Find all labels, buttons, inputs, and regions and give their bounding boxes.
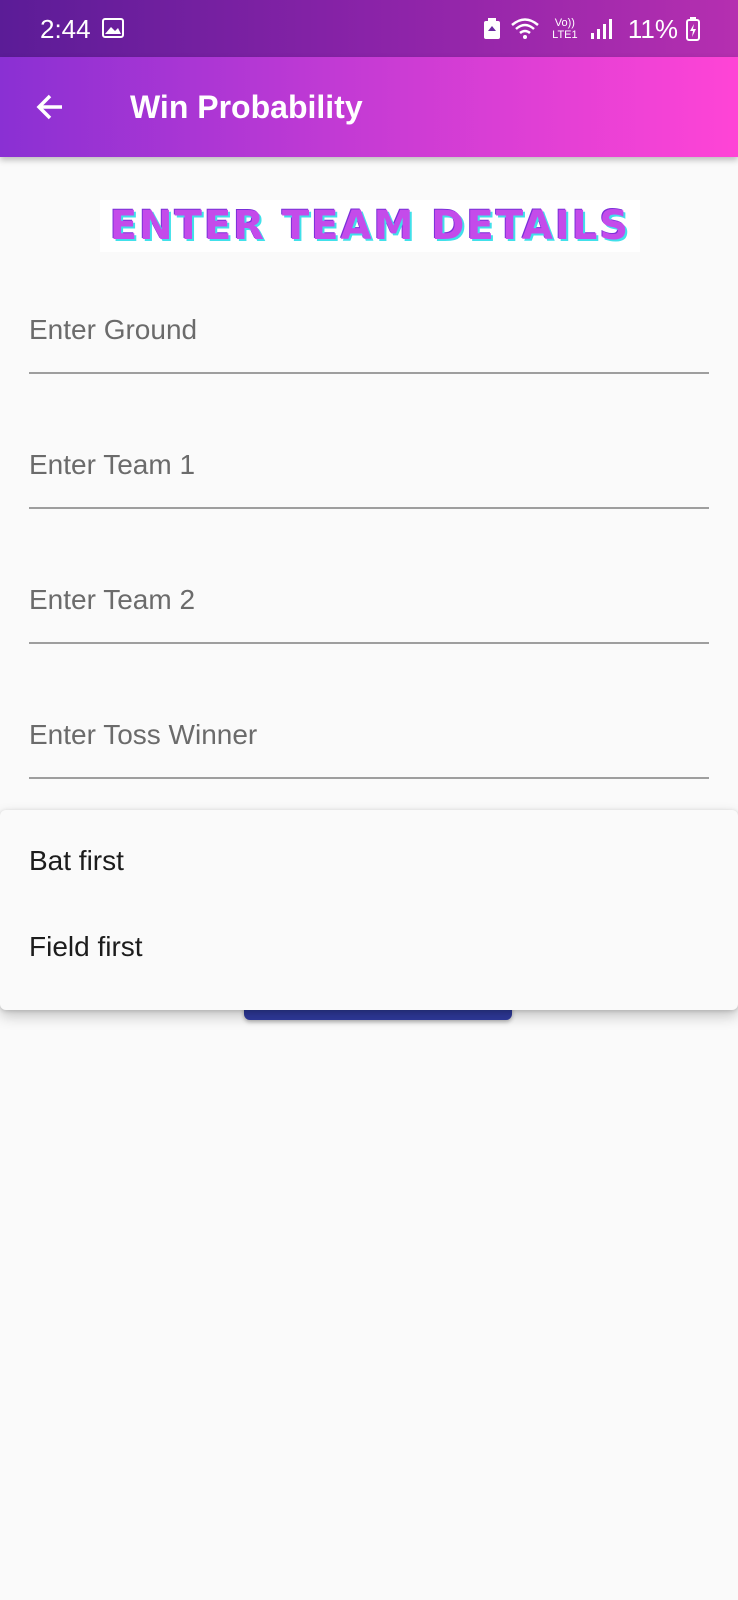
ground-field — [29, 292, 709, 374]
team1-field — [29, 427, 709, 509]
form-heading-text: ENTER TEAM DETAILS — [109, 203, 631, 249]
status-icons: Vo)) LTE1 11% — [482, 14, 700, 44]
menu-item-bat-first[interactable]: Bat first — [0, 818, 738, 904]
toss-winner-input[interactable] — [29, 715, 709, 755]
team1-input[interactable] — [29, 445, 709, 485]
signal-icon — [590, 17, 616, 41]
recycle-icon — [482, 17, 502, 41]
battery-percentage: 11% — [627, 14, 678, 44]
app-bar: Win Probability — [0, 57, 738, 157]
arrow-left-icon — [36, 94, 62, 120]
wifi-icon — [510, 17, 540, 41]
page-title: Win Probability — [130, 89, 363, 125]
toss-decision-dropdown: Bat first Field first — [0, 810, 738, 1010]
ground-input[interactable] — [29, 310, 709, 350]
form-heading: ENTER TEAM DETAILS — [100, 200, 640, 252]
battery-icon — [686, 17, 700, 41]
status-bar: 2:44 Vo)) LTE1 11% — [0, 0, 738, 57]
team2-input[interactable] — [29, 580, 709, 620]
image-icon — [102, 18, 124, 38]
status-time: 2:44 — [40, 14, 91, 44]
back-button[interactable] — [22, 79, 78, 135]
toss-winner-field — [29, 697, 709, 779]
network-label: Vo)) LTE1 — [552, 17, 578, 41]
team2-field — [29, 562, 709, 644]
menu-item-field-first[interactable]: Field first — [0, 904, 738, 990]
